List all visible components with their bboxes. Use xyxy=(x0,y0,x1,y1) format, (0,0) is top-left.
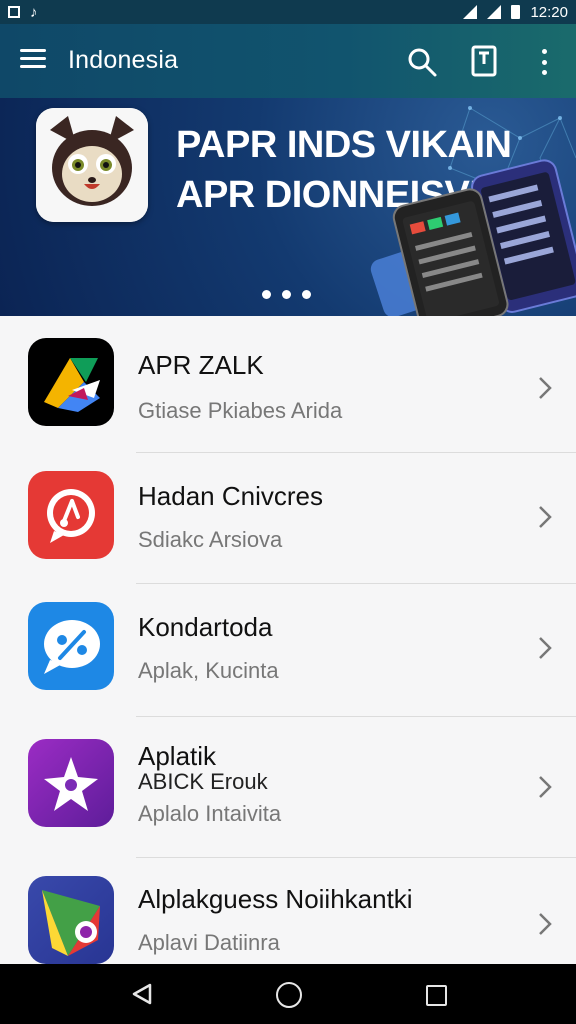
app-subtitle-1: Gtiase Pkiabes Arida xyxy=(138,398,343,423)
search-icon[interactable] xyxy=(406,46,438,78)
app-title-5: Alplakguess Noiihkantki xyxy=(138,884,413,914)
hamburger-icon-line xyxy=(20,57,46,60)
app-icon-drive-style xyxy=(28,338,114,426)
more-vert-icon xyxy=(541,49,547,54)
app-title-4-line2: ABICK Erouk xyxy=(138,769,268,794)
status-bar: ♪ 12:20 xyxy=(0,0,576,24)
app-title-1: APR ZALK xyxy=(138,350,264,380)
banner-mascot-logo xyxy=(36,108,148,222)
pagination-dot-1[interactable] xyxy=(262,290,271,299)
more-vert-icon-dot xyxy=(541,59,547,65)
battery-icon xyxy=(511,5,521,19)
app-list: APR ZALK Gtiase Pkiabes Arida Hadan Cniv… xyxy=(0,316,576,964)
more-options-button[interactable] xyxy=(532,46,556,78)
chevron-right-icon xyxy=(539,913,552,935)
app-bar: Indonesia xyxy=(0,24,576,98)
app-title-2: Hadan Cnivcres xyxy=(138,481,323,511)
more-vert-icon-dot xyxy=(541,70,547,75)
signal-icon xyxy=(463,5,478,19)
app-icon-purple-star xyxy=(28,739,114,827)
app-icon-red-chat xyxy=(28,471,114,559)
pagination-dot-3[interactable] xyxy=(302,290,311,299)
chevron-right-icon xyxy=(539,776,552,798)
document-icon[interactable] xyxy=(470,44,498,78)
promo-banner[interactable]: PAPR INDS VIKAIN APR DIONNEISVIA xyxy=(0,98,576,316)
app-title-3: Kondartoda xyxy=(138,612,273,642)
app-icon-blue-chat xyxy=(28,602,114,690)
status-time: 12:20 xyxy=(530,3,568,21)
wifi-icon xyxy=(487,5,502,19)
system-navigation-bar xyxy=(0,964,576,1024)
list-item-1[interactable]: APR ZALK Gtiase Pkiabes Arida xyxy=(0,316,576,452)
recents-square-icon[interactable] xyxy=(426,985,447,1006)
list-item-2[interactable]: Hadan Cnivcres Sdiakc Arsiova xyxy=(0,453,576,583)
app-icon-gradient-play xyxy=(28,876,114,964)
app-subtitle-3: Aplak, Kucinta xyxy=(138,658,279,683)
list-item-3[interactable]: Kondartoda Aplak, Kucinta xyxy=(0,584,576,716)
hamburger-icon-line xyxy=(20,65,46,68)
app-subtitle-5: Aplavi Datiinra xyxy=(138,930,280,955)
banner-pagination xyxy=(262,290,311,299)
list-item-5[interactable]: Alplakguess Noiihkantki Aplavi Datiinra xyxy=(0,858,576,964)
app-subtitle-2: Sdiakc Arsiova xyxy=(138,527,283,552)
pagination-dot-2[interactable] xyxy=(282,290,291,299)
chevron-right-icon xyxy=(539,637,552,659)
app-title-4: Aplatik xyxy=(138,741,217,771)
list-item-4[interactable]: Aplatik ABICK Erouk Aplalo Intaivita xyxy=(0,717,576,857)
app-subtitle-4: Aplalo Intaivita xyxy=(138,801,282,826)
back-triangle-icon[interactable] xyxy=(130,982,154,1006)
notification-icon xyxy=(8,6,20,18)
home-circle-icon[interactable] xyxy=(276,982,302,1008)
menu-button[interactable] xyxy=(20,49,46,71)
music-note-icon: ♪ xyxy=(30,3,38,21)
chevron-right-icon xyxy=(539,506,552,528)
phones-illustration xyxy=(370,159,576,316)
hamburger-icon xyxy=(20,49,46,52)
app-title: Indonesia xyxy=(68,46,179,74)
chevron-right-icon xyxy=(539,377,552,399)
